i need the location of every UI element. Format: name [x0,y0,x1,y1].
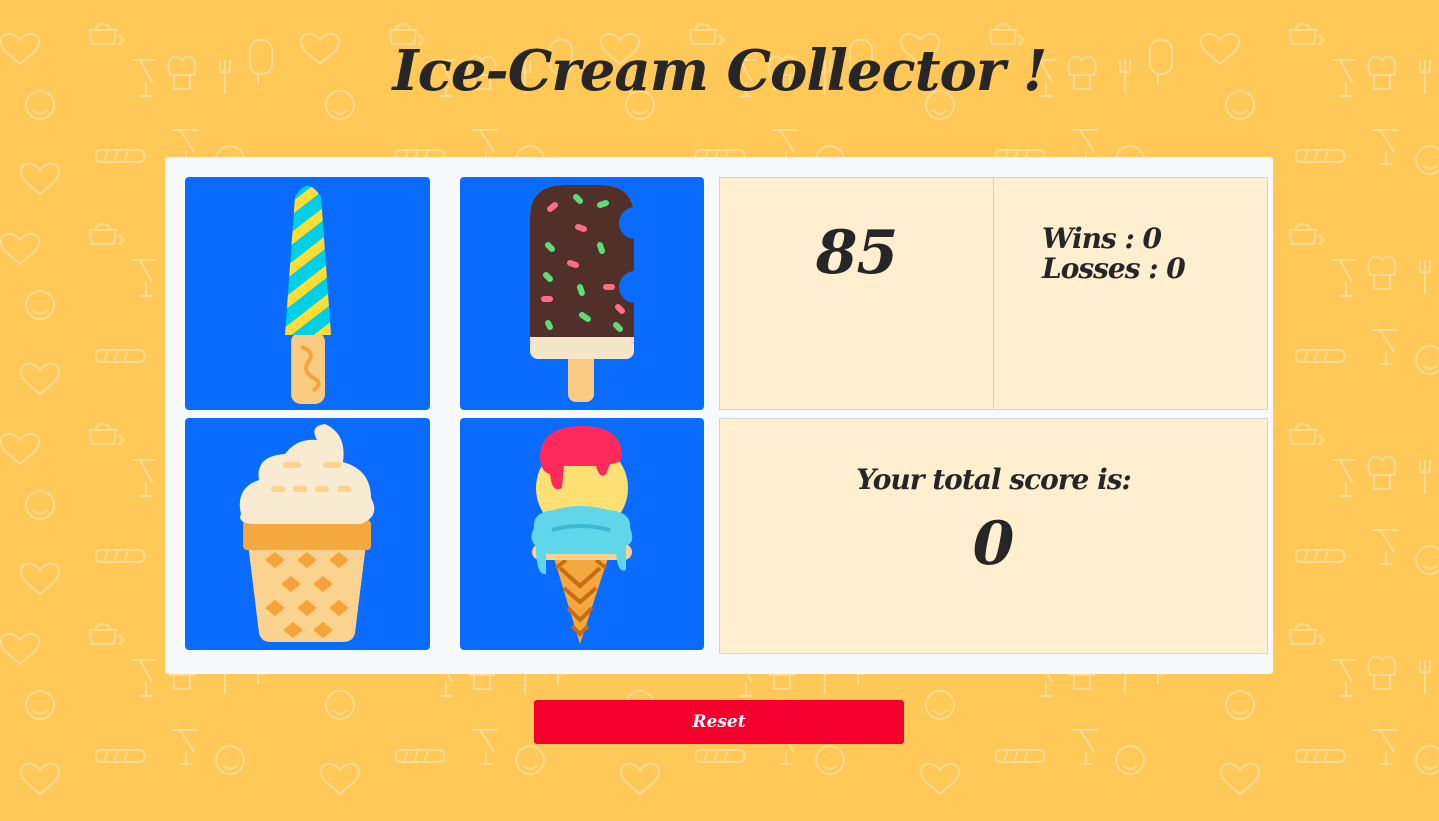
striped-popsicle-icon [285,186,331,404]
losses-count: Losses : 0 [1042,252,1186,285]
soft-serve-cone-icon [239,424,375,642]
ice-cream-tile-2[interactable] [460,177,704,410]
chocolate-sprinkle-popsicle-icon [530,185,651,402]
triple-scoop-cone-icon [531,426,633,644]
ice-cream-tile-4[interactable] [460,418,704,650]
ice-cream-tile-1[interactable] [185,177,430,410]
target-number-panel: 85 [719,177,994,410]
reset-button[interactable]: Reset [534,700,904,744]
wins-count: Wins : 0 [1042,222,1162,255]
score-value: 0 [972,509,1015,579]
target-number: 85 [815,218,899,288]
ice-cream-tile-3[interactable] [185,418,430,650]
score-panel: Your total score is: 0 [719,418,1268,654]
score-label: Your total score is: [856,463,1132,496]
game-board: 85 Wins : 0 Losses : 0 Your total score … [165,157,1273,674]
record-panel: Wins : 0 Losses : 0 [993,177,1268,410]
page-title: Ice-Cream Collector ! [392,38,1048,104]
